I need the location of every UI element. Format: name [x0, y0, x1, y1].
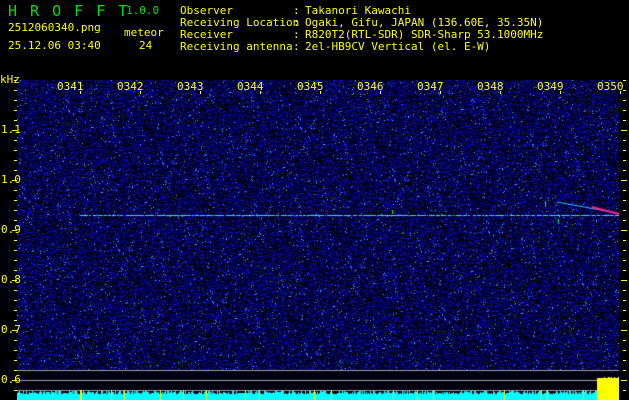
y-tick-right	[623, 390, 626, 391]
x-tick	[620, 91, 621, 94]
y-tick	[14, 260, 17, 261]
separator: :	[293, 40, 300, 53]
y-tick-label: 0.6	[1, 373, 21, 386]
y-tick-label: 1.0	[1, 173, 21, 186]
x-tick	[500, 91, 501, 94]
meteor-label: meteor	[124, 26, 164, 39]
y-tick-right	[623, 320, 626, 321]
y-tick-label: 0.8	[1, 273, 21, 286]
y-tick-right	[623, 250, 626, 251]
y-tick	[14, 110, 17, 111]
y-tick	[14, 140, 17, 141]
y-tick	[14, 360, 17, 361]
y-tick-right	[623, 170, 626, 171]
y-tick-label: 0.7	[1, 323, 21, 336]
y-tick-right	[623, 310, 626, 311]
y-tick	[14, 320, 17, 321]
y-tick-right	[623, 360, 626, 361]
y-tick	[14, 100, 17, 101]
y-tick	[14, 310, 17, 311]
y-tick	[14, 390, 17, 391]
y-tick	[14, 190, 17, 191]
y-tick-right	[623, 190, 626, 191]
y-tick-right	[623, 210, 626, 211]
x-tick	[140, 91, 141, 94]
y-tick-right	[623, 160, 626, 161]
y-tick-right	[621, 130, 627, 131]
y-tick	[14, 370, 17, 371]
y-tick-right	[623, 120, 626, 121]
y-tick-right	[623, 220, 626, 221]
x-tick	[320, 91, 321, 94]
y-tick	[14, 80, 17, 81]
y-tick	[14, 350, 17, 351]
y-tick	[14, 210, 17, 211]
y-tick	[14, 300, 17, 301]
y-tick-right	[623, 350, 626, 351]
meteor-count: 24	[139, 39, 153, 52]
y-tick-right	[623, 290, 626, 291]
x-tick	[260, 91, 261, 94]
y-tick	[14, 170, 17, 171]
y-tick-label: 0.9	[1, 223, 21, 236]
y-tick	[14, 340, 17, 341]
y-tick	[14, 120, 17, 121]
y-tick-right	[623, 260, 626, 261]
y-tick-right	[623, 110, 626, 111]
filename: 2512060340.png	[8, 21, 101, 34]
y-tick-right	[623, 240, 626, 241]
antenna-label: Receiving antenna	[180, 40, 293, 53]
y-tick-label: 1.1	[1, 123, 21, 136]
y-tick-right	[621, 280, 627, 281]
y-tick	[14, 150, 17, 151]
antenna-value: 2el-HB9CV Vertical (el. E-W)	[305, 40, 491, 53]
y-tick-right	[623, 150, 626, 151]
y-tick	[14, 250, 17, 251]
y-tick-right	[621, 230, 627, 231]
x-tick	[560, 91, 561, 94]
y-tick	[14, 90, 17, 91]
x-tick	[80, 91, 81, 94]
y-tick-right	[621, 180, 627, 181]
x-tick	[200, 91, 201, 94]
y-tick-right	[623, 100, 626, 101]
y-tick	[14, 290, 17, 291]
datetime: 25.12.06 03:40	[8, 39, 101, 52]
y-tick	[14, 220, 17, 221]
x-tick	[380, 91, 381, 94]
y-tick	[14, 160, 17, 161]
y-tick-right	[623, 340, 626, 341]
y-tick-right	[621, 330, 627, 331]
y-tick-right	[623, 200, 626, 201]
y-tick	[14, 240, 17, 241]
y-tick-right	[623, 300, 626, 301]
y-tick-right	[623, 370, 626, 371]
x-tick	[440, 91, 441, 94]
y-tick-right	[621, 380, 627, 381]
y-tick	[14, 200, 17, 201]
spectrogram	[17, 80, 619, 400]
y-tick-right	[623, 270, 626, 271]
y-tick-right	[623, 140, 626, 141]
app-version: 1.0.0	[126, 4, 160, 17]
y-tick	[14, 270, 17, 271]
app-name: H R O F F T	[8, 2, 130, 20]
